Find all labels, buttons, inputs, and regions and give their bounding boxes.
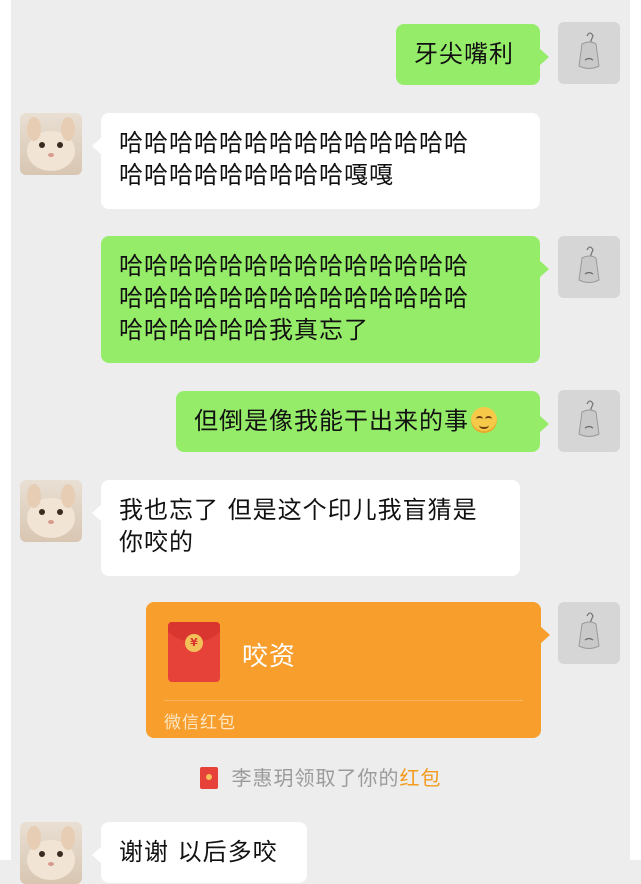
bubble-tail bbox=[539, 48, 549, 66]
red-packet-icon: ¥ bbox=[168, 622, 220, 682]
friend-avatar[interactable] bbox=[20, 480, 82, 542]
message-bubble-outgoing[interactable]: 但倒是像我能干出来的事 bbox=[176, 391, 549, 452]
divider bbox=[164, 700, 523, 701]
message-line: 哈哈哈哈哈哈我真忘了 bbox=[119, 316, 369, 344]
red-packet-icon bbox=[199, 767, 218, 789]
red-packet-link[interactable]: 红包 bbox=[400, 766, 442, 790]
message-bubble-outgoing[interactable]: 牙尖嘴利 bbox=[396, 24, 549, 85]
bubble-tail bbox=[92, 846, 102, 864]
message-line: 哈哈哈哈哈哈哈哈哈哈哈哈哈哈 bbox=[119, 252, 469, 280]
red-packet-title: 咬资 bbox=[242, 642, 297, 672]
message-bubble-incoming[interactable]: 谢谢 以后多咬 bbox=[92, 822, 307, 883]
system-notice: 李惠玥领取了你的红包 bbox=[0, 762, 641, 791]
bubble-tail bbox=[539, 260, 549, 278]
message-line: 哈哈哈哈哈哈哈哈哈哈哈哈哈哈 bbox=[119, 284, 469, 312]
my-avatar[interactable] bbox=[558, 602, 620, 664]
bubble-tail bbox=[540, 626, 550, 644]
screen-border-left bbox=[0, 0, 11, 860]
screen-border-right bbox=[630, 0, 641, 860]
friend-avatar[interactable] bbox=[20, 113, 82, 175]
red-packet-message[interactable]: ¥ 咬资 微信红包 bbox=[146, 602, 550, 738]
my-avatar[interactable] bbox=[558, 390, 620, 452]
my-avatar[interactable] bbox=[558, 236, 620, 298]
message-text: 牙尖嘴利 bbox=[414, 40, 514, 68]
message-text: 但倒是像我能干出来的事 bbox=[194, 407, 469, 435]
message-line: 哈哈哈哈哈哈哈哈哈哈哈哈哈哈 bbox=[119, 129, 469, 157]
red-packet-footer: 微信红包 bbox=[164, 713, 236, 733]
message-text: 谢谢 以后多咬 bbox=[119, 838, 278, 866]
friend-avatar[interactable] bbox=[20, 822, 82, 884]
message-line: 你咬的 bbox=[119, 528, 194, 556]
bubble-tail bbox=[92, 504, 102, 522]
message-line: 哈哈哈哈哈哈哈哈哈嘎嘎 bbox=[119, 161, 394, 189]
bubble-tail bbox=[92, 137, 102, 155]
message-bubble-incoming[interactable]: 我也忘了 但是这个印儿我盲猜是 你咬的 bbox=[92, 480, 520, 576]
bubble-tail bbox=[539, 415, 549, 433]
my-avatar[interactable] bbox=[558, 22, 620, 84]
smiling-face-emoji-icon bbox=[471, 407, 497, 433]
message-bubble-outgoing[interactable]: 哈哈哈哈哈哈哈哈哈哈哈哈哈哈 哈哈哈哈哈哈哈哈哈哈哈哈哈哈 哈哈哈哈哈哈我真忘了 bbox=[101, 236, 549, 363]
message-bubble-incoming[interactable]: 哈哈哈哈哈哈哈哈哈哈哈哈哈哈 哈哈哈哈哈哈哈哈哈嘎嘎 bbox=[92, 113, 540, 209]
system-notice-text: 李惠玥领取了你的 bbox=[231, 766, 400, 790]
message-line: 我也忘了 但是这个印儿我盲猜是 bbox=[119, 496, 478, 524]
